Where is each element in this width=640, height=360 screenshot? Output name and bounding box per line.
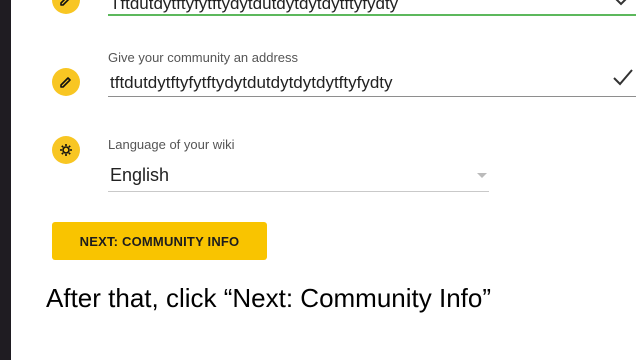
pencil-icon [52,0,80,14]
app-frame: Tftdutdytftyfytftydytdutdytdytdytftyfydt… [0,0,640,360]
community-name-underline [108,14,636,16]
address-field-label: Give your community an address [108,50,299,65]
address-field-underline [108,96,636,97]
gear-icon [52,136,80,164]
window-edge [0,0,11,360]
language-select[interactable]: English [110,165,169,186]
community-name-value[interactable]: Tftdutdytftyfytftydytdutdytdytdytftyfydt… [110,0,398,14]
chevron-down-icon[interactable] [477,173,487,178]
check-icon [610,0,632,16]
pencil-icon [52,68,80,96]
address-field-input[interactable]: tftdutdytftyfytftydytdutdytdytdytftyfydt… [110,73,393,93]
instruction-caption: After that, click “Next: Community Info” [46,283,492,313]
check-icon [611,66,635,94]
language-field-label: Language of your wiki [108,137,235,152]
language-select-underline [108,191,489,192]
next-community-info-button[interactable]: NEXT: COMMUNITY INFO [52,222,267,260]
